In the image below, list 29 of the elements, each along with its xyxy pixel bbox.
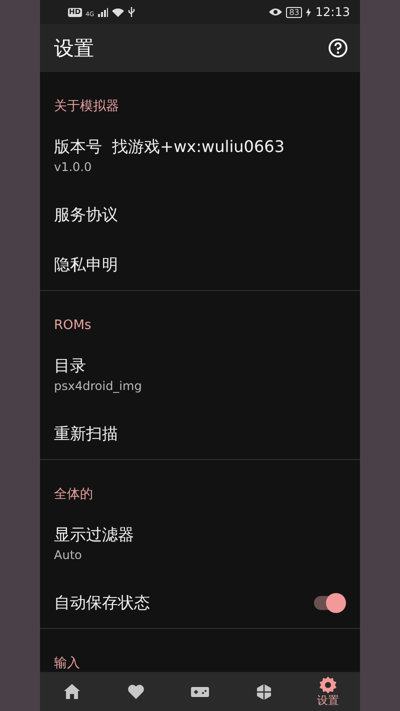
setting-label[interactable]: 自动保存状态 [54, 592, 150, 614]
setting-label[interactable]: 显示过滤器 [54, 524, 134, 546]
setting-value: Auto [54, 548, 83, 562]
wifi-icon [112, 8, 124, 16]
setting-value: psx4droid_img [54, 378, 142, 392]
eye-icon [269, 8, 282, 16]
setting-label[interactable]: 隐私申明 [54, 254, 118, 276]
setting-label[interactable]: 版本号 找游戏+wx:wuliu0663 [54, 136, 284, 158]
home-icon [63, 682, 81, 700]
heart-icon [127, 682, 145, 700]
section-header: ROMs [54, 318, 92, 333]
usb-icon [128, 7, 136, 17]
setting-label[interactable]: 目录 [54, 356, 142, 376]
signal-icon [98, 8, 108, 16]
section-header: 全体的 [54, 487, 93, 502]
section-header: 输入 [54, 656, 80, 671]
settings-icon [319, 676, 337, 694]
section-header: 关于模拟器 [54, 99, 119, 114]
battery-level: 83 [286, 6, 302, 18]
help-icon[interactable] [328, 38, 348, 58]
toggle-switch[interactable] [314, 596, 344, 610]
page-title: 设置 [54, 34, 94, 62]
clock: 12:13 [315, 5, 350, 19]
setting-label[interactable]: 重新扫描 [54, 424, 118, 444]
hexagon-icon [255, 682, 273, 700]
charging-icon [306, 8, 312, 16]
setting-value: v1.0.0 [54, 160, 93, 174]
nav-tab[interactable]: 设置 [296, 672, 360, 711]
setting-label[interactable]: 服务协议 [54, 204, 118, 226]
